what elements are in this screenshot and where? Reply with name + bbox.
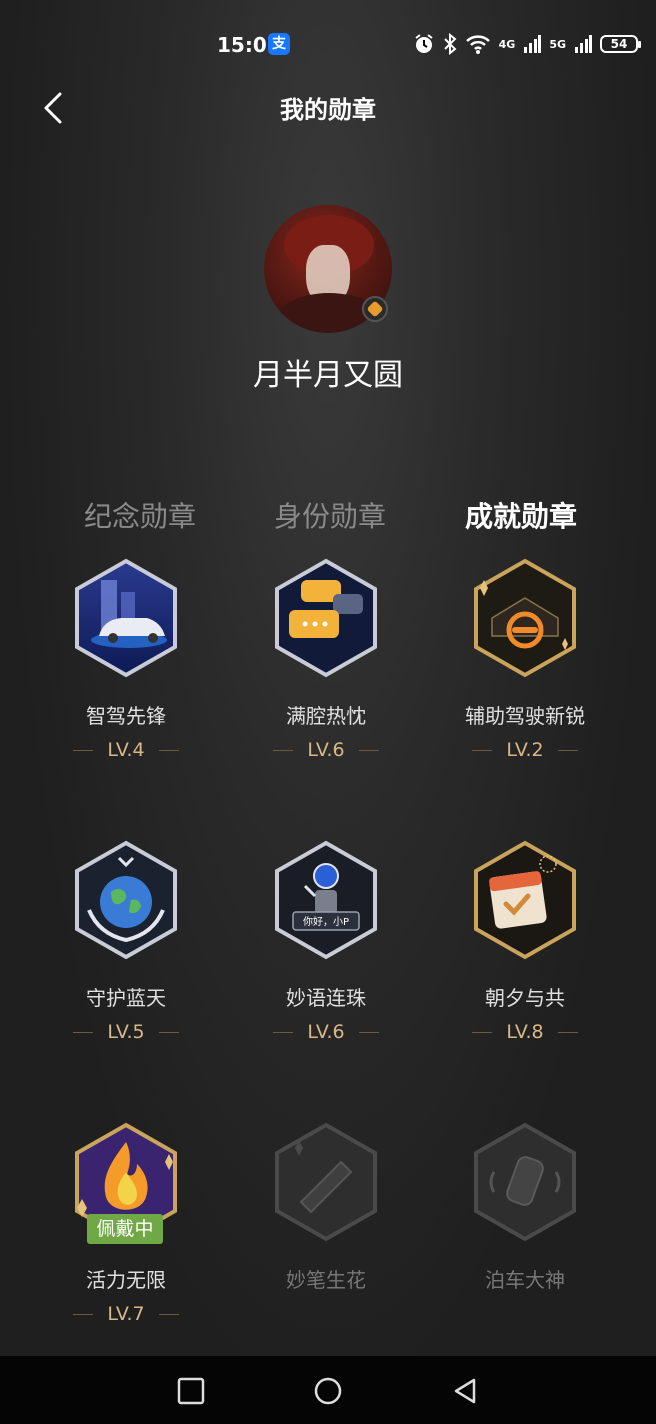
badge-name: 泊车大神 (485, 1268, 565, 1292)
bluetooth-icon (443, 33, 457, 55)
tab-commemorative[interactable]: 纪念勋章 (40, 495, 240, 535)
home-icon[interactable] (313, 1376, 343, 1406)
badge-item-locked[interactable]: 妙笔生花 (226, 1122, 426, 1293)
signal-icon-2 (575, 35, 592, 53)
badge-level: LV.6 (226, 1021, 426, 1043)
chat-bubbles-badge-icon (275, 558, 377, 678)
voice-bubble-text: 你好，小P (303, 915, 349, 928)
badge-name: 活力无限 (86, 1268, 166, 1292)
earth-hands-badge-icon (75, 840, 177, 960)
network-4g-label: 4G (498, 37, 516, 51)
username: 月半月又圆 (253, 358, 403, 393)
badge-item[interactable]: 朝夕与共 LV.8 (425, 840, 625, 1043)
badge-item[interactable]: 辅助驾驶新锐 LV.2 (425, 558, 625, 761)
recent-apps-icon[interactable] (176, 1376, 206, 1406)
badge-name: 朝夕与共 (485, 986, 565, 1010)
badge-item[interactable]: 守护蓝天 LV.5 (26, 840, 226, 1043)
badge-name: 妙笔生花 (286, 1268, 366, 1292)
smart-driving-badge-icon (75, 558, 177, 678)
pen-badge-icon (275, 1122, 377, 1242)
voice-assistant-badge-icon: 你好，小P (275, 840, 377, 960)
badge-name: 守护蓝天 (86, 986, 166, 1010)
tab-achievement[interactable]: 成就勋章 (421, 495, 621, 535)
badge-item[interactable]: 满腔热忱 LV.6 (226, 558, 426, 761)
battery-icon: 54 (600, 35, 641, 53)
badge-level: LV.8 (425, 1021, 625, 1043)
badge-level: LV.7 (26, 1303, 226, 1325)
tab-identity[interactable]: 身份勋章 (230, 495, 430, 535)
badge-item[interactable]: 智驾先锋 LV.4 (26, 558, 226, 761)
status-bar: 15:07 支 4G 5G 54 (0, 0, 656, 90)
page-title: 我的勋章 (280, 96, 376, 124)
badge-name: 辅助驾驶新锐 (465, 704, 585, 728)
steering-wheel-badge-icon (474, 558, 576, 678)
wifi-icon (465, 35, 490, 54)
back-icon[interactable] (450, 1376, 480, 1406)
alipay-icon: 支 (268, 33, 290, 55)
signal-icon (524, 35, 542, 53)
badge-name: 妙语连珠 (286, 986, 366, 1010)
badge-item[interactable]: 佩戴中 活力无限 LV.7 (26, 1122, 226, 1325)
badge-item[interactable]: 你好，小P 妙语连珠 LV.6 (226, 840, 426, 1043)
parking-car-badge-icon (474, 1122, 576, 1242)
wearing-tag: 佩戴中 (87, 1214, 163, 1244)
avatar-medal-icon (362, 296, 388, 322)
alarm-icon (415, 34, 433, 53)
status-icons: 4G 5G 54 (413, 30, 641, 58)
badge-name: 满腔热忱 (286, 704, 366, 728)
badge-level: LV.5 (26, 1021, 226, 1043)
badge-level: LV.2 (425, 739, 625, 761)
badge-level: LV.6 (226, 739, 426, 761)
badge-name: 智驾先锋 (86, 704, 166, 728)
calendar-check-badge-icon (474, 840, 576, 960)
badge-item-locked[interactable]: 泊车大神 (425, 1122, 625, 1293)
network-5g-label: 5G (549, 37, 566, 51)
badge-level: LV.4 (26, 739, 226, 761)
system-navbar (0, 1356, 656, 1424)
